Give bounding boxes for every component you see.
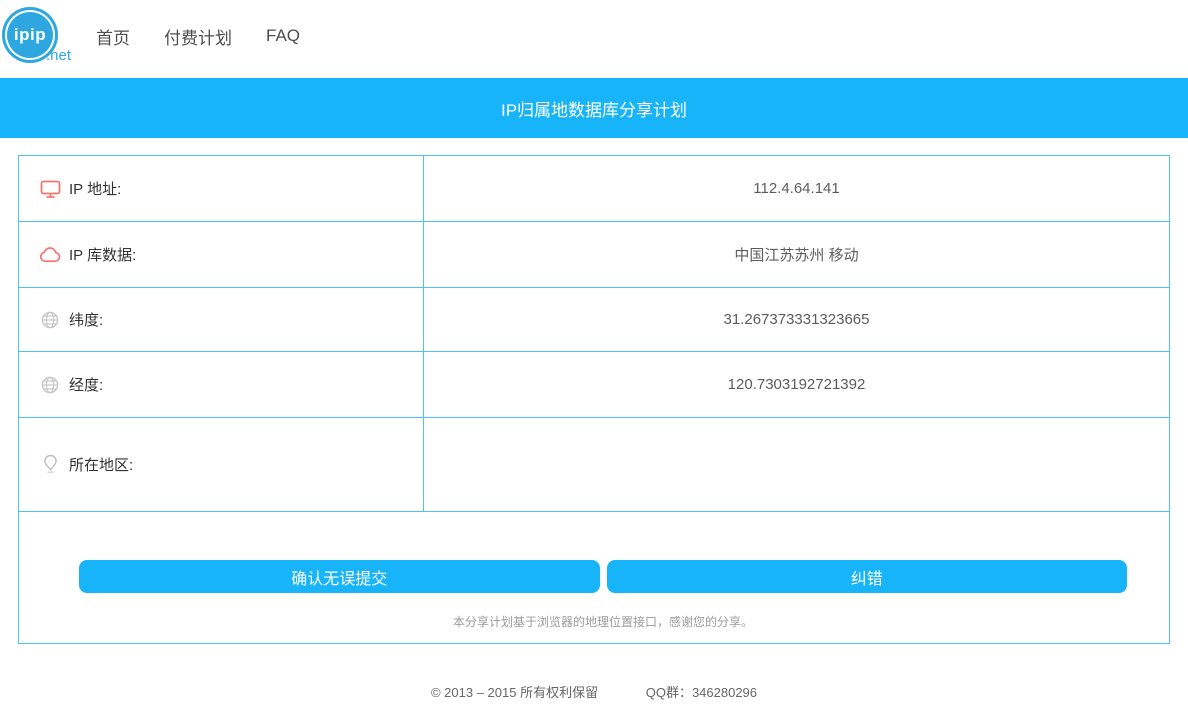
longitude-label: 经度: xyxy=(69,377,104,394)
nav-item-faq[interactable]: FAQ xyxy=(266,26,300,46)
buttons-row: 确认无误提交 纠错 xyxy=(79,560,1127,593)
ip-address-label: IP 地址: xyxy=(69,181,122,198)
banner: IP归属地数据库分享计划 xyxy=(0,78,1188,138)
ip-address-value: 112.4.64.141 xyxy=(753,180,840,197)
ip-address-label-cell: IP 地址: xyxy=(19,156,424,221)
correction-button[interactable]: 纠错 xyxy=(606,560,1127,593)
ipip-logo[interactable]: ipip .net xyxy=(2,3,82,75)
latitude-label: 纬度: xyxy=(69,312,104,329)
ip-info-panel: IP 地址: 112.4.64.141 IP 库数据: 中国江苏苏州 移动 纬度… xyxy=(18,155,1170,644)
ip-db-label: IP 库数据: xyxy=(69,247,137,264)
ipip-logo-text: ipip xyxy=(13,25,47,44)
latitude-label-cell: 纬度: xyxy=(19,288,424,351)
globe-icon xyxy=(39,309,61,331)
copyright-text: © 2013 – 2015 所有权利保留 xyxy=(430,685,599,700)
longitude-label-cell: 经度: xyxy=(19,352,424,417)
ip-db-value: 中国江苏苏州 移动 xyxy=(734,247,859,264)
nav-item-paid-plan[interactable]: 付费计划 xyxy=(164,24,232,49)
table-row-ip-db: IP 库数据: 中国江苏苏州 移动 xyxy=(19,222,1169,288)
table-row-longitude: 经度: 120.7303192721392 xyxy=(19,352,1169,418)
qq-group-text: QQ群：346280296 xyxy=(645,685,758,700)
main-nav: 首页 付费计划 FAQ xyxy=(96,24,334,49)
cloud-icon xyxy=(39,244,61,266)
region-label: 所在地区: xyxy=(69,457,134,474)
pin-icon xyxy=(39,454,61,476)
banner-title: IP归属地数据库分享计划 xyxy=(500,100,688,120)
ip-db-label-cell: IP 库数据: xyxy=(19,222,424,287)
region-label-cell: 所在地区: xyxy=(19,418,424,511)
ipip-logo-net: .net xyxy=(46,47,72,64)
site-footer: © 2013 – 2015 所有权利保留 QQ群：346280296 xyxy=(0,682,1188,715)
region-value xyxy=(424,418,1169,511)
table-row-latitude: 纬度: 31.267373331323665 xyxy=(19,288,1169,352)
monitor-icon xyxy=(39,178,61,200)
table-row-ip-address: IP 地址: 112.4.64.141 xyxy=(19,156,1169,222)
share-note: 本分享计划基于浏览器的地理位置接口，感谢您的分享。 xyxy=(452,615,753,629)
globe-icon xyxy=(39,374,61,396)
site-header: ipip .net 首页 付费计划 FAQ xyxy=(0,0,1188,78)
longitude-value: 120.7303192721392 xyxy=(727,376,866,393)
latitude-value: 31.267373331323665 xyxy=(723,311,870,328)
confirm-submit-button[interactable]: 确认无误提交 xyxy=(79,560,600,593)
nav-item-home[interactable]: 首页 xyxy=(96,24,130,49)
table-row-region: 所在地区: xyxy=(19,418,1169,512)
actions-section: 确认无误提交 纠错 本分享计划基于浏览器的地理位置接口，感谢您的分享。 xyxy=(19,512,1169,643)
